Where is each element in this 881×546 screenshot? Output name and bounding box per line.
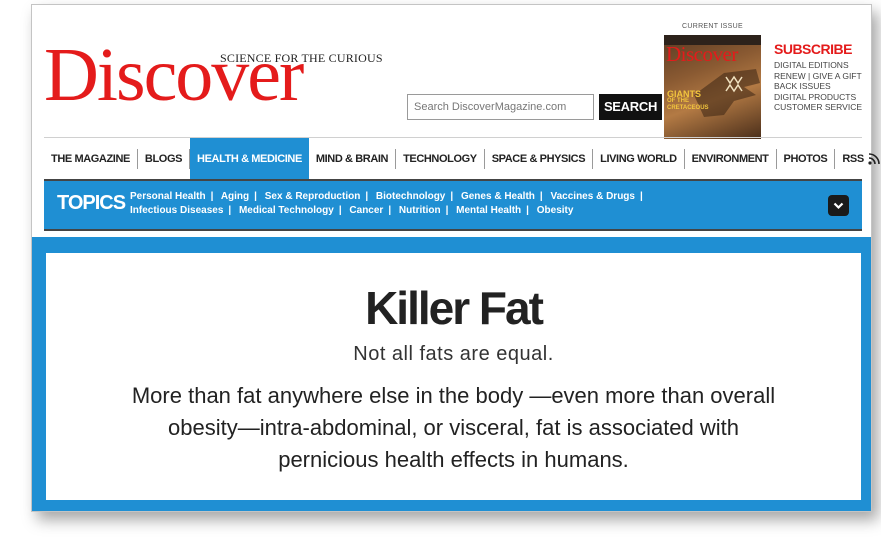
main-nav: THE MAGAZINE BLOGS HEALTH & MEDICINE MIN… xyxy=(44,137,880,180)
topic-separator: | xyxy=(210,191,214,202)
logo-tagline: SCIENCE FOR THE CURIOUS xyxy=(220,51,383,65)
article-title: Killer Fat xyxy=(365,282,544,334)
topic-link-cancer[interactable]: Cancer xyxy=(349,205,383,216)
topics-row-1: Personal Health | Aging | Sex & Reproducti… xyxy=(130,190,750,204)
current-issue-label: CURRENT ISSUE xyxy=(682,23,743,30)
article-subtitle: Not all fats are equal. xyxy=(353,343,554,365)
nav-item-technology[interactable]: TECHNOLOGY xyxy=(396,149,485,169)
topic-link-mental-health[interactable]: Mental Health xyxy=(456,205,521,216)
article-body: More than fat anywhere else in the body … xyxy=(131,383,776,472)
cover-headline: GIANTS OF THE CRETACEOUS xyxy=(667,90,709,112)
browser-page: Discover SCIENCE FOR THE CURIOUS SEARCH … xyxy=(31,4,880,512)
topics-row-2: Infectious Diseases | Medical Technology |… xyxy=(130,204,750,218)
subscribe-link-back-issues[interactable]: BACK ISSUES xyxy=(774,81,862,92)
subscribe-heading[interactable]: SUBSCRIBE xyxy=(774,41,852,57)
topic-separator: | xyxy=(445,205,449,216)
topic-link-biotechnology[interactable]: Biotechnology xyxy=(376,191,445,202)
topic-link-infectious-diseases[interactable]: Infectious Diseases xyxy=(130,205,223,216)
search-button[interactable]: SEARCH xyxy=(599,94,662,120)
topic-link-genes-health[interactable]: Genes & Health xyxy=(461,191,535,202)
rss-label: RSS xyxy=(842,153,864,165)
topic-separator: | xyxy=(526,205,529,216)
topics-bar: TOPICS Personal Health | Aging | Sex & Rep… xyxy=(44,179,862,231)
subscribe-link-renew-gift[interactable]: RENEW | GIVE A GIFT xyxy=(774,71,862,82)
nav-item-photos[interactable]: PHOTOS xyxy=(777,149,836,169)
nav-item-living-world[interactable]: LIVING WORLD xyxy=(593,149,685,169)
nav-item-health-medicine[interactable]: HEALTH & MEDICINE xyxy=(190,138,309,180)
subscribe-link-digital-products[interactable]: DIGITAL PRODUCTS xyxy=(774,92,862,103)
search-input[interactable] xyxy=(407,94,594,120)
current-issue-cover[interactable]: Discover GIANTS OF THE CRETACEOUS xyxy=(664,35,761,139)
topic-separator: | xyxy=(539,191,543,202)
discover-logo[interactable]: Discover xyxy=(44,37,304,113)
topic-link-aging[interactable]: Aging xyxy=(221,191,249,202)
article-content: Killer Fat Not all fats are equal. More … xyxy=(46,253,861,500)
chevron-down-icon xyxy=(833,202,844,210)
cover-headline-line3: CRETACEOUS xyxy=(667,105,709,111)
article-frame: Killer Fat Not all fats are equal. More … xyxy=(32,237,871,511)
dinosaur-illustration xyxy=(694,69,760,117)
topics-list: Personal Health | Aging | Sex & Reproducti… xyxy=(130,190,750,218)
topic-link-sex-reproduction[interactable]: Sex & Reproduction xyxy=(265,191,361,202)
nav-item-space-physics[interactable]: SPACE & PHYSICS xyxy=(485,149,594,169)
topic-separator: | xyxy=(254,191,257,202)
topic-link-nutrition[interactable]: Nutrition xyxy=(399,205,441,216)
subscribe-links: DIGITAL EDITIONS RENEW | GIVE A GIFT BAC… xyxy=(774,60,862,113)
topic-separator: | xyxy=(228,205,232,216)
nav-item-rss[interactable]: RSS xyxy=(835,149,881,169)
nav-item-mind-brain[interactable]: MIND & BRAIN xyxy=(309,149,397,169)
subscribe-link-customer-service[interactable]: CUSTOMER SERVICE xyxy=(774,102,862,113)
subscribe-link-digital-editions[interactable]: DIGITAL EDITIONS xyxy=(774,60,862,71)
topic-separator: | xyxy=(639,191,643,202)
topic-link-vaccines-drugs[interactable]: Vaccines & Drugs xyxy=(550,191,634,202)
topics-label: TOPICS xyxy=(57,192,126,214)
nav-item-the-magazine[interactable]: THE MAGAZINE xyxy=(44,149,138,169)
topic-link-obesity[interactable]: Obesity xyxy=(537,205,574,216)
topic-link-medical-technology[interactable]: Medical Technology xyxy=(239,205,334,216)
topic-link-personal-health[interactable]: Personal Health xyxy=(130,191,206,202)
topic-separator: | xyxy=(450,191,454,202)
rss-icon xyxy=(868,153,880,165)
nav-item-environment[interactable]: ENVIRONMENT xyxy=(685,149,777,169)
topics-dropdown-button[interactable] xyxy=(828,195,849,216)
cover-headline-line2: OF THE xyxy=(667,98,689,104)
topic-separator: | xyxy=(365,191,369,202)
topic-separator: | xyxy=(338,205,342,216)
topic-separator: | xyxy=(388,205,392,216)
nav-item-blogs[interactable]: BLOGS xyxy=(138,149,191,169)
cover-headline-line1: GIANTS xyxy=(667,89,702,99)
